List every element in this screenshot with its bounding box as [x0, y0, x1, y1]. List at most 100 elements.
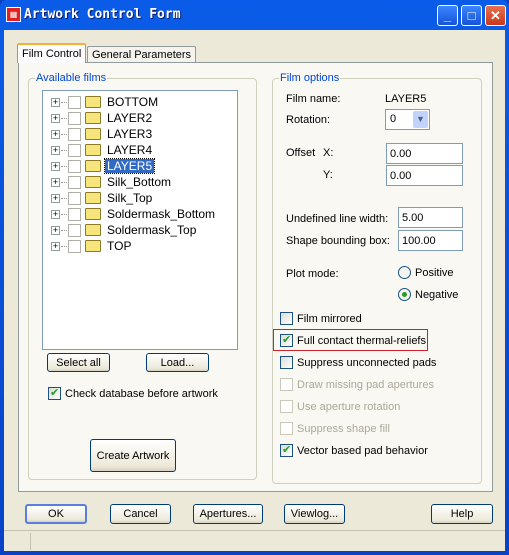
option-label: Suppress shape fill [297, 422, 390, 435]
load-button[interactable]: Load... [146, 353, 209, 372]
film-label: LAYER4 [107, 143, 153, 157]
tab-general-parameters[interactable]: General Parameters [87, 46, 197, 62]
film-item[interactable]: + Silk_Bottom [51, 174, 173, 190]
folder-icon [85, 144, 101, 156]
minimize-button[interactable]: _ [437, 5, 458, 26]
film-label: BOTTOM [107, 95, 159, 109]
expand-icon[interactable]: + [51, 209, 60, 219]
expand-icon[interactable]: + [51, 145, 60, 155]
folder-icon [85, 224, 101, 236]
expand-icon[interactable]: + [51, 113, 60, 123]
cancel-button[interactable]: Cancel [110, 504, 171, 524]
rotation-label: Rotation: [286, 114, 331, 126]
offset-x-input[interactable] [386, 143, 463, 164]
rotation-select[interactable]: 0 ▼ [385, 109, 430, 130]
film-item[interactable]: + LAYER5 [51, 158, 156, 174]
checkbox[interactable] [68, 111, 81, 125]
create-artwork-button[interactable]: Create Artwork [90, 439, 176, 472]
checkbox[interactable] [68, 207, 81, 221]
film-label: Soldermask_Top [107, 223, 197, 237]
check-database-label: Check database before artwork [65, 387, 218, 400]
checkbox[interactable] [68, 223, 81, 237]
tab-panel: Available films + BOTTOM + LAYER2 + LAYER3 + LA… [18, 62, 493, 492]
window-title: Artwork Control Form [24, 7, 181, 22]
checkbox[interactable] [68, 239, 81, 253]
offset-y-input[interactable] [386, 165, 463, 186]
film-item[interactable]: + LAYER3 [51, 126, 154, 142]
ok-button[interactable]: OK [25, 504, 87, 524]
option-checkbox[interactable]: Vector based pad behavior [280, 443, 428, 457]
expand-icon[interactable]: + [51, 193, 60, 203]
film-label: TOP [107, 239, 132, 253]
viewlog-button[interactable]: Viewlog... [284, 504, 345, 524]
chevron-down-icon[interactable]: ▼ [413, 111, 428, 128]
tree-line [61, 197, 67, 199]
checkbox[interactable] [280, 312, 293, 325]
shape-bounding-box-label: Shape bounding box: [286, 235, 390, 247]
shape-bounding-box-input[interactable] [398, 230, 463, 251]
film-item[interactable]: + Soldermask_Bottom [51, 206, 217, 222]
checkbox[interactable] [68, 191, 81, 205]
available-films-legend: Available films [35, 72, 108, 84]
film-item[interactable]: + Silk_Top [51, 190, 154, 206]
status-bar [4, 530, 505, 551]
checkbox[interactable] [280, 443, 293, 457]
checkbox[interactable] [68, 175, 81, 189]
undefined-line-width-input[interactable] [398, 207, 463, 228]
film-label: Silk_Bottom [107, 175, 172, 189]
apertures-button[interactable]: Apertures... [193, 504, 263, 524]
option-checkbox[interactable]: Full contact thermal-reliefs [280, 333, 426, 347]
help-button[interactable]: Help [431, 504, 493, 524]
expand-icon[interactable]: + [51, 161, 60, 171]
film-item[interactable]: + LAYER2 [51, 110, 154, 126]
dialog-body: Film Control General Parameters Availabl… [4, 30, 505, 551]
checkbox[interactable] [68, 159, 81, 173]
status-divider [30, 533, 31, 550]
close-button[interactable]: ✕ [485, 5, 506, 26]
option-checkbox: Use aperture rotation [280, 400, 400, 413]
option-label: Use aperture rotation [297, 400, 401, 413]
radio[interactable] [398, 266, 411, 279]
option-label: Full contact thermal-reliefs [297, 334, 426, 347]
option-label: Suppress unconnected pads [297, 356, 437, 369]
expand-icon[interactable]: + [51, 177, 60, 187]
select-all-button[interactable]: Select all [47, 353, 110, 372]
plot-mode-label: Plot mode: [286, 268, 339, 280]
folder-icon [85, 160, 101, 172]
check-database-checkbox[interactable]: Check database before artwork [48, 386, 218, 400]
expand-icon[interactable]: + [51, 97, 60, 107]
offset-x-label: X: [323, 147, 334, 159]
film-label: Silk_Top [107, 191, 153, 205]
films-tree[interactable]: + BOTTOM + LAYER2 + LAYER3 + LAYER4 + LAYER5 + Silk… [42, 90, 238, 350]
tab-film-control[interactable]: Film Control [17, 43, 87, 63]
film-item[interactable]: + TOP [51, 238, 133, 254]
tree-line [61, 133, 67, 135]
option-checkbox[interactable]: Film mirrored [280, 312, 362, 325]
checkbox[interactable] [68, 95, 81, 109]
radio[interactable] [398, 288, 411, 301]
folder-icon [85, 96, 101, 108]
tree-line [61, 117, 67, 119]
tree-line [61, 101, 67, 103]
folder-icon [85, 128, 101, 140]
maximize-button[interactable]: □ [461, 5, 482, 26]
film-item[interactable]: + BOTTOM [51, 94, 160, 110]
film-label: Soldermask_Bottom [107, 207, 216, 221]
film-item[interactable]: + LAYER4 [51, 142, 154, 158]
film-label: LAYER5 [103, 158, 156, 174]
checkbox[interactable] [48, 386, 61, 400]
checkbox[interactable] [280, 333, 293, 347]
option-checkbox: Suppress shape fill [280, 422, 390, 435]
expand-icon[interactable]: + [51, 129, 60, 139]
checkbox[interactable] [68, 127, 81, 141]
option-checkbox[interactable]: Suppress unconnected pads [280, 356, 436, 369]
expand-icon[interactable]: + [51, 225, 60, 235]
positive-radio[interactable]: Positive [398, 266, 454, 279]
negative-radio[interactable]: Negative [398, 288, 458, 301]
negative-label: Negative [415, 288, 459, 301]
film-item[interactable]: + Soldermask_Top [51, 222, 198, 238]
checkbox[interactable] [68, 143, 81, 157]
checkbox [280, 422, 293, 435]
checkbox[interactable] [280, 356, 293, 369]
expand-icon[interactable]: + [51, 241, 60, 251]
